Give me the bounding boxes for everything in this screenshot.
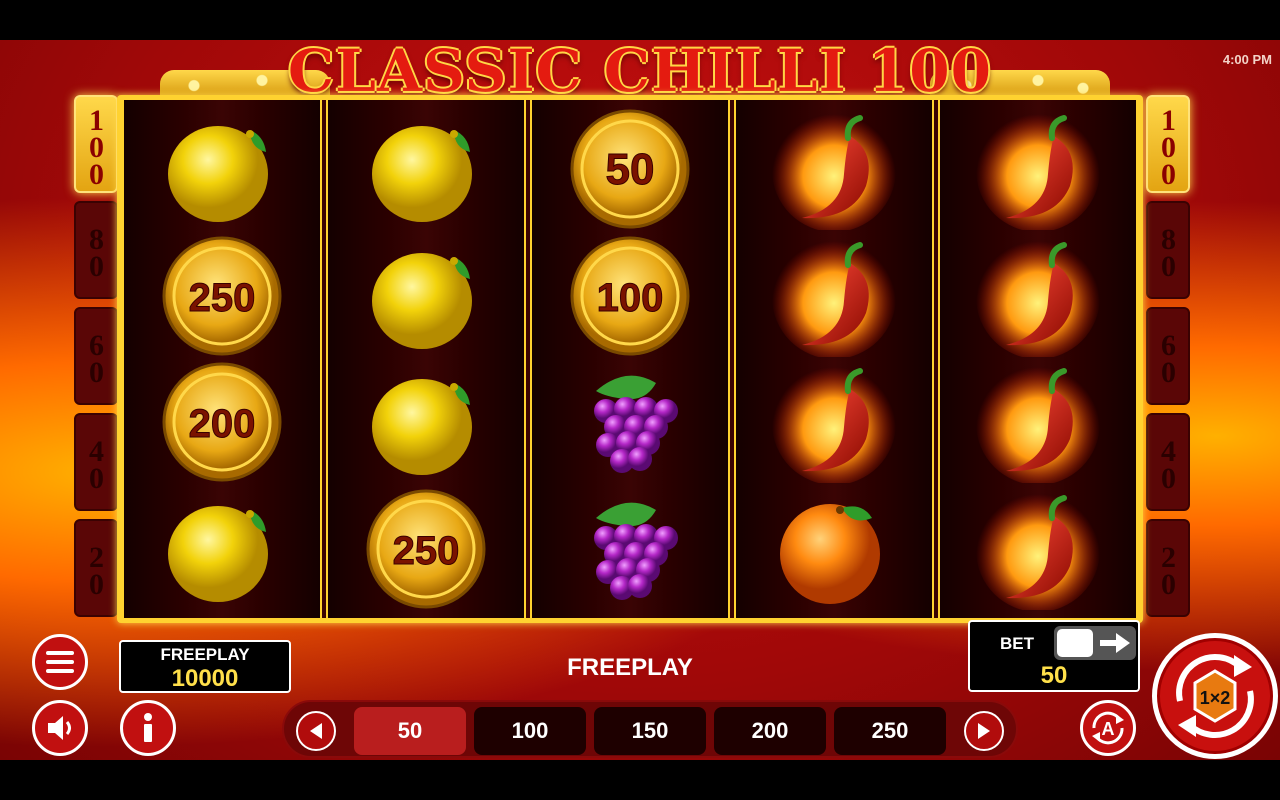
- bet-toggle[interactable]: [1054, 626, 1136, 660]
- chilli-icon: [976, 108, 1100, 231]
- symbol-coin: 50: [566, 108, 694, 230]
- coin-icon: 50: [570, 109, 690, 229]
- chilli-icon: [976, 234, 1100, 357]
- bet-option[interactable]: 50: [354, 707, 466, 755]
- autoplay-icon: A: [1092, 711, 1124, 745]
- multiplier-cell: 100: [74, 95, 118, 193]
- speaker-icon: [48, 716, 71, 740]
- clock: 4:00 PM: [1222, 52, 1272, 67]
- coin-icon: 250: [162, 236, 282, 356]
- info-button[interactable]: [120, 700, 176, 756]
- bet-option[interactable]: 150: [594, 707, 706, 755]
- spin-arrows-icon: 1×2: [1176, 654, 1254, 738]
- multiplier-cell: 40: [1146, 413, 1190, 511]
- status-message: FREEPLAY: [567, 654, 693, 681]
- triangle-right-icon: [978, 723, 990, 739]
- chilli-icon: [772, 361, 896, 484]
- coin-value: 100: [597, 276, 664, 320]
- autoplay-letter: A: [1102, 719, 1115, 739]
- chilli-icon: [772, 108, 896, 231]
- symbol-lemon: [362, 361, 490, 483]
- symbol-chilli: [974, 234, 1102, 357]
- bet-option[interactable]: 200: [714, 707, 826, 755]
- symbol-lemon: [158, 108, 286, 230]
- spin-logo: 1×2: [1200, 688, 1231, 708]
- multiplier-cell: 100: [1146, 95, 1190, 193]
- multiplier-cell: 20: [1146, 519, 1190, 617]
- symbol-chilli: [974, 361, 1102, 484]
- chilli-icon: [976, 361, 1100, 484]
- coin-icon: 250: [366, 489, 486, 609]
- symbol-grapes: [566, 361, 694, 483]
- symbol-coin: 100: [566, 235, 694, 357]
- balance-panel: FREEPLAY 10000: [119, 640, 291, 693]
- menu-button[interactable]: [32, 634, 88, 690]
- symbol-orange: [770, 488, 898, 610]
- chilli-icon: [772, 234, 896, 357]
- bet-next-button[interactable]: [964, 711, 1004, 751]
- balance-value: 10000: [171, 665, 239, 692]
- multiplier-cell: 60: [74, 307, 118, 405]
- bottom-letterbox: [0, 760, 1280, 800]
- bet-selector: 50 100 150 200 250: [282, 700, 1018, 758]
- spin-button[interactable]: 1×2: [1152, 633, 1278, 759]
- multiplier-cell: 60: [1146, 307, 1190, 405]
- coin-value: 250: [189, 276, 256, 320]
- multiplier-cell: 80: [1146, 201, 1190, 299]
- reels-grid: 250 200 250 50 100: [117, 95, 1143, 623]
- grapes-icon: [594, 375, 678, 474]
- orange-icon: [780, 503, 880, 604]
- reel-1: 250 200: [122, 100, 322, 618]
- triangle-left-icon: [310, 723, 322, 739]
- top-letterbox: [0, 0, 1280, 40]
- bet-option[interactable]: 100: [474, 707, 586, 755]
- lemon-icon: [372, 126, 472, 223]
- reel-5: [938, 100, 1138, 618]
- symbol-chilli: [770, 234, 898, 357]
- multiplier-ladder-left: 100 80 60 40 20: [74, 95, 118, 625]
- symbol-chilli: [770, 361, 898, 484]
- bet-label: BET: [1000, 634, 1034, 653]
- coin-value: 200: [189, 402, 256, 446]
- symbol-coin: 250: [362, 488, 490, 610]
- arrow-right-icon: [1100, 633, 1130, 653]
- symbol-lemon: [362, 235, 490, 357]
- symbol-lemon: [158, 488, 286, 610]
- reel-4: [734, 100, 934, 618]
- symbol-coin: 250: [158, 235, 286, 357]
- sound-button[interactable]: [32, 700, 88, 756]
- symbol-chilli: [974, 108, 1102, 231]
- coin-icon: 100: [570, 236, 690, 356]
- bet-prev-button[interactable]: [296, 711, 336, 751]
- info-icon: [144, 713, 152, 742]
- lemon-icon: [168, 505, 268, 602]
- multiplier-ladder-right: 100 80 60 40 20: [1146, 95, 1190, 625]
- symbol-grapes: [566, 488, 694, 610]
- multiplier-cell: 40: [74, 413, 118, 511]
- symbol-chilli: [770, 108, 898, 231]
- game-title: CLASSIC CHILLI 100: [288, 37, 992, 105]
- reel-2: 250: [326, 100, 526, 618]
- hamburger-icon: [46, 651, 74, 673]
- multiplier-cell: 80: [74, 201, 118, 299]
- bet-value: 50: [1040, 662, 1068, 689]
- lemon-icon: [168, 126, 268, 223]
- balance-label: FREEPLAY: [160, 645, 250, 664]
- symbol-lemon: [362, 108, 490, 230]
- symbol-coin: 200: [158, 361, 286, 483]
- lemon-icon: [372, 379, 472, 476]
- reel-3: 50 100: [530, 100, 730, 618]
- multiplier-cell: 20: [74, 519, 118, 617]
- grapes-icon: [594, 502, 678, 600]
- chilli-icon: [976, 487, 1100, 610]
- autoplay-button[interactable]: A: [1080, 700, 1136, 756]
- symbol-chilli: [974, 487, 1102, 610]
- lemon-icon: [372, 252, 472, 349]
- coin-icon: 200: [162, 362, 282, 482]
- coin-value: 50: [606, 145, 655, 194]
- bet-panel[interactable]: BET 50: [968, 620, 1140, 692]
- bet-option[interactable]: 250: [834, 707, 946, 755]
- coin-value: 250: [393, 529, 460, 573]
